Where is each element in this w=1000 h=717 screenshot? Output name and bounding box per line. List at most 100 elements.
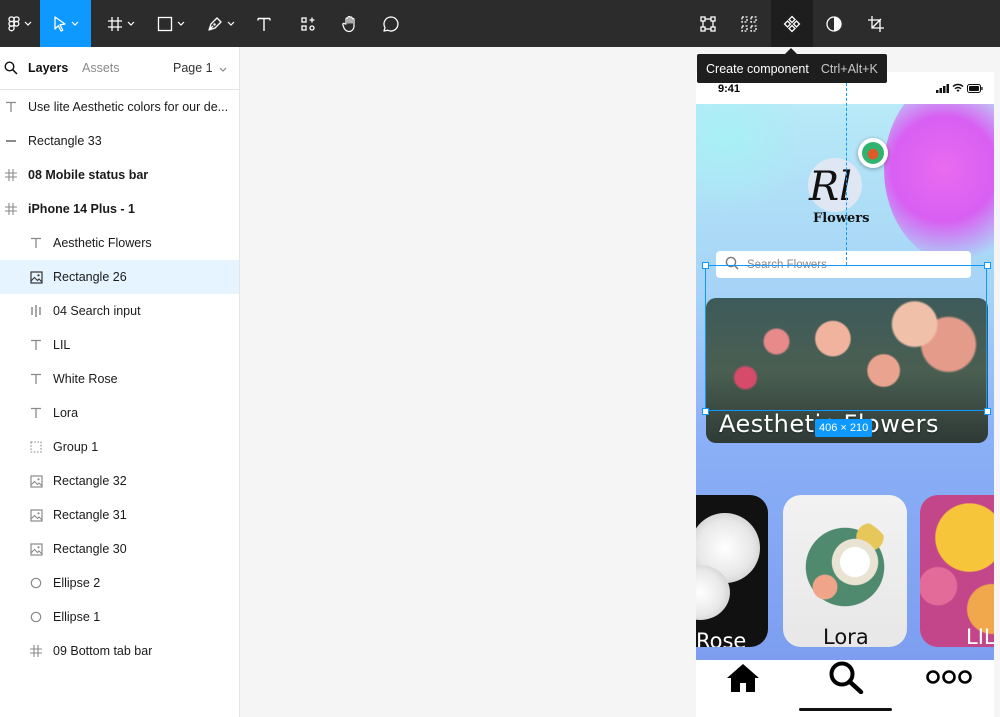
tab-assets[interactable]: Assets (82, 61, 120, 75)
grid-button[interactable] (733, 0, 765, 47)
bouquet-image (795, 517, 895, 617)
chevron-down-icon (227, 21, 235, 26)
layer-label: Aesthetic Flowers (53, 236, 152, 250)
pen-tool-button[interactable] (198, 0, 244, 47)
layer-label: Ellipse 1 (53, 610, 101, 624)
text-icon (256, 16, 272, 32)
crop-button[interactable] (860, 0, 892, 47)
layer-label: Use lite Aesthetic colors for our de... (28, 100, 229, 114)
resize-handle-br[interactable] (984, 408, 991, 415)
page-selector[interactable]: Page 1 (173, 61, 227, 75)
layer-row[interactable]: 04 Search input (0, 294, 239, 328)
tab-layers[interactable]: Layers (28, 61, 68, 75)
bounding-box-button[interactable] (692, 0, 724, 47)
alignment-guide (846, 83, 847, 265)
frame-layer-icon (4, 202, 18, 216)
hand-icon (341, 15, 359, 33)
layer-row-selected[interactable]: Rectangle 26 (0, 260, 239, 294)
text-layer-icon (29, 406, 43, 420)
figma-logo-icon (8, 15, 20, 32)
layer-row[interactable]: Group 1 (0, 430, 239, 464)
layer-row[interactable]: White Rose (0, 362, 239, 396)
layer-label: 09 Bottom tab bar (53, 644, 153, 658)
image-layer-icon (29, 474, 43, 488)
layer-label: iPhone 14 Plus - 1 (28, 202, 135, 216)
shape-tool-button[interactable] (148, 0, 194, 47)
flower-card-lora[interactable]: Lora (783, 495, 907, 647)
home-icon[interactable] (725, 662, 761, 699)
selection-box[interactable] (705, 265, 987, 411)
more-icon[interactable] (926, 670, 972, 689)
frame-layer-icon (29, 644, 43, 658)
ellipse-layer-icon (29, 576, 43, 590)
layer-row[interactable]: Aesthetic Flowers (0, 226, 239, 260)
layer-label: Lora (53, 406, 79, 420)
mask-icon (825, 15, 843, 33)
text-layer-icon (29, 338, 43, 352)
layer-row[interactable]: Rectangle 33 (0, 124, 239, 158)
flower-card-lil[interactable]: LIL (920, 495, 994, 647)
layer-label: Ellipse 2 (53, 576, 101, 590)
wifi-icon (952, 83, 964, 96)
layer-row[interactable]: Ellipse 1 (0, 600, 239, 634)
ellipse-1 (884, 104, 994, 264)
signal-icon (936, 84, 950, 96)
frame-tool-button[interactable] (98, 0, 144, 47)
crop-icon (867, 15, 885, 33)
ellipse-2 (696, 104, 806, 214)
layer-row[interactable]: Rectangle 32 (0, 464, 239, 498)
component-icon (783, 15, 801, 33)
text-layer-icon (29, 236, 43, 250)
layer-label: Rectangle 26 (53, 270, 127, 284)
layer-row[interactable]: iPhone 14 Plus - 1 (0, 192, 239, 226)
resources-button[interactable] (292, 0, 324, 47)
home-indicator (799, 708, 892, 711)
layer-row[interactable]: Rectangle 31 (0, 498, 239, 532)
chevron-down-icon (71, 21, 79, 26)
resize-handle-tr[interactable] (984, 262, 991, 269)
resources-icon (300, 16, 316, 32)
page-selector-label: Page 1 (173, 61, 213, 75)
layer-row[interactable]: Ellipse 2 (0, 566, 239, 600)
image-layer-icon (29, 508, 43, 522)
layers-panel: Layers Assets Page 1 Use lite Aesthetic … (0, 47, 240, 717)
selection-dimensions: 406 × 210 (815, 419, 873, 437)
layer-row[interactable]: 08 Mobile status bar (0, 158, 239, 192)
collaborator-avatar[interactable] (858, 138, 888, 168)
card-label: LIL (966, 625, 994, 647)
chevron-down-icon (24, 21, 32, 26)
comment-tool-button[interactable] (375, 0, 407, 47)
hand-tool-button[interactable] (334, 0, 366, 47)
chevron-down-icon (219, 61, 227, 75)
text-tool-button[interactable] (248, 0, 280, 47)
pen-icon (207, 16, 223, 32)
layer-row[interactable]: LIL (0, 328, 239, 362)
resize-handle-bl[interactable] (702, 408, 709, 415)
status-time: 9:41 (718, 83, 741, 95)
layer-row[interactable]: Lora (0, 396, 239, 430)
chevron-down-icon (177, 21, 185, 26)
search-icon[interactable] (828, 660, 864, 699)
layer-label: White Rose (53, 372, 118, 386)
bounding-box-icon (699, 15, 717, 33)
resize-handle-tl[interactable] (702, 262, 709, 269)
create-component-button[interactable] (771, 0, 813, 47)
panel-tabs: Layers Assets Page 1 (0, 47, 239, 90)
mask-button[interactable] (818, 0, 850, 47)
layer-row[interactable]: 09 Bottom tab bar (0, 634, 239, 668)
layer-label: 04 Search input (53, 304, 141, 318)
main-menu-button[interactable] (0, 0, 40, 47)
layer-row[interactable]: Use lite Aesthetic colors for our de... (0, 90, 239, 124)
group-layer-icon (29, 440, 43, 454)
flower-card-rose[interactable]: Rose (696, 495, 768, 647)
ellipse-layer-icon (29, 610, 43, 624)
card-label: Lora (823, 625, 869, 647)
layer-label: 08 Mobile status bar (28, 168, 149, 182)
layer-label: Rectangle 32 (53, 474, 127, 488)
image-layer-icon (29, 542, 43, 556)
layer-label: Rectangle 31 (53, 508, 127, 522)
search-icon[interactable] (4, 61, 18, 78)
frame-icon (107, 16, 123, 32)
move-tool-button[interactable] (40, 0, 91, 47)
layer-row[interactable]: Rectangle 30 (0, 532, 239, 566)
